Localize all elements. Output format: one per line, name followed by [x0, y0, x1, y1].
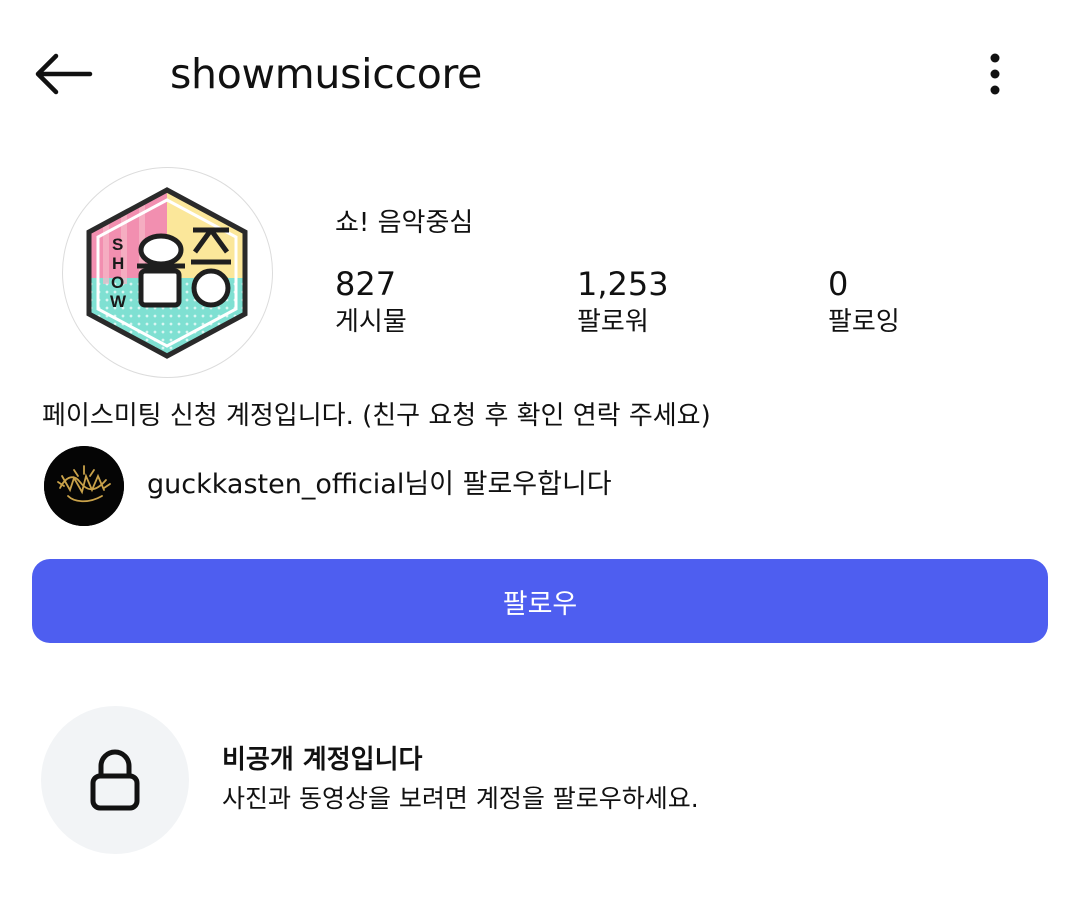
profile-avatar[interactable]: S H O W [62, 167, 273, 378]
followed-by-suffix: 님이 팔로우합니다 [404, 469, 612, 500]
show-music-core-logo: S H O W [86, 187, 248, 359]
arrow-left-icon [35, 53, 93, 95]
followers-count: 1,253 [577, 265, 669, 303]
follow-button[interactable]: 팔로우 [32, 559, 1048, 643]
profile-full-name: 쇼! 음악중심 [335, 208, 474, 238]
mutual-follower-avatar[interactable] [44, 446, 124, 526]
posts-count: 827 [335, 265, 397, 303]
more-vertical-icon [990, 53, 1000, 95]
followers-label: 팔로워 [577, 307, 649, 337]
back-button[interactable] [30, 50, 96, 98]
more-options-button[interactable] [975, 50, 1015, 98]
lock-icon-container [41, 706, 189, 854]
mutual-follower-username[interactable]: guckkasten_official [147, 469, 404, 500]
following-label: 팔로잉 [828, 307, 900, 337]
private-account-title: 비공개 계정입니다 [222, 745, 423, 775]
followed-by-text: guckkasten_official님이 팔로우합니다 [147, 466, 612, 504]
svg-text:H: H [112, 254, 124, 273]
posts-stat[interactable]: 827 게시물 [335, 264, 407, 340]
mutual-follower-logo [44, 446, 124, 526]
profile-bio: 페이스미팅 신청 계정입니다. (친구 요청 후 확인 연락 주세요) [42, 401, 711, 431]
profile-page: showmusiccore S H O W 쇼! 음악중심 827 게시물 1,… [0, 0, 1080, 906]
following-count: 0 [828, 265, 849, 303]
followers-stat[interactable]: 1,253 팔로워 [577, 264, 669, 340]
private-account-description: 사진과 동영상을 보려면 계정을 팔로우하세요. [222, 784, 699, 813]
following-stat[interactable]: 0 팔로잉 [828, 264, 900, 340]
lock-icon [90, 749, 140, 811]
posts-label: 게시물 [335, 307, 407, 337]
svg-text:S: S [112, 235, 123, 254]
profile-username-title: showmusiccore [170, 50, 483, 98]
svg-text:O: O [111, 273, 124, 292]
svg-text:W: W [110, 292, 127, 311]
